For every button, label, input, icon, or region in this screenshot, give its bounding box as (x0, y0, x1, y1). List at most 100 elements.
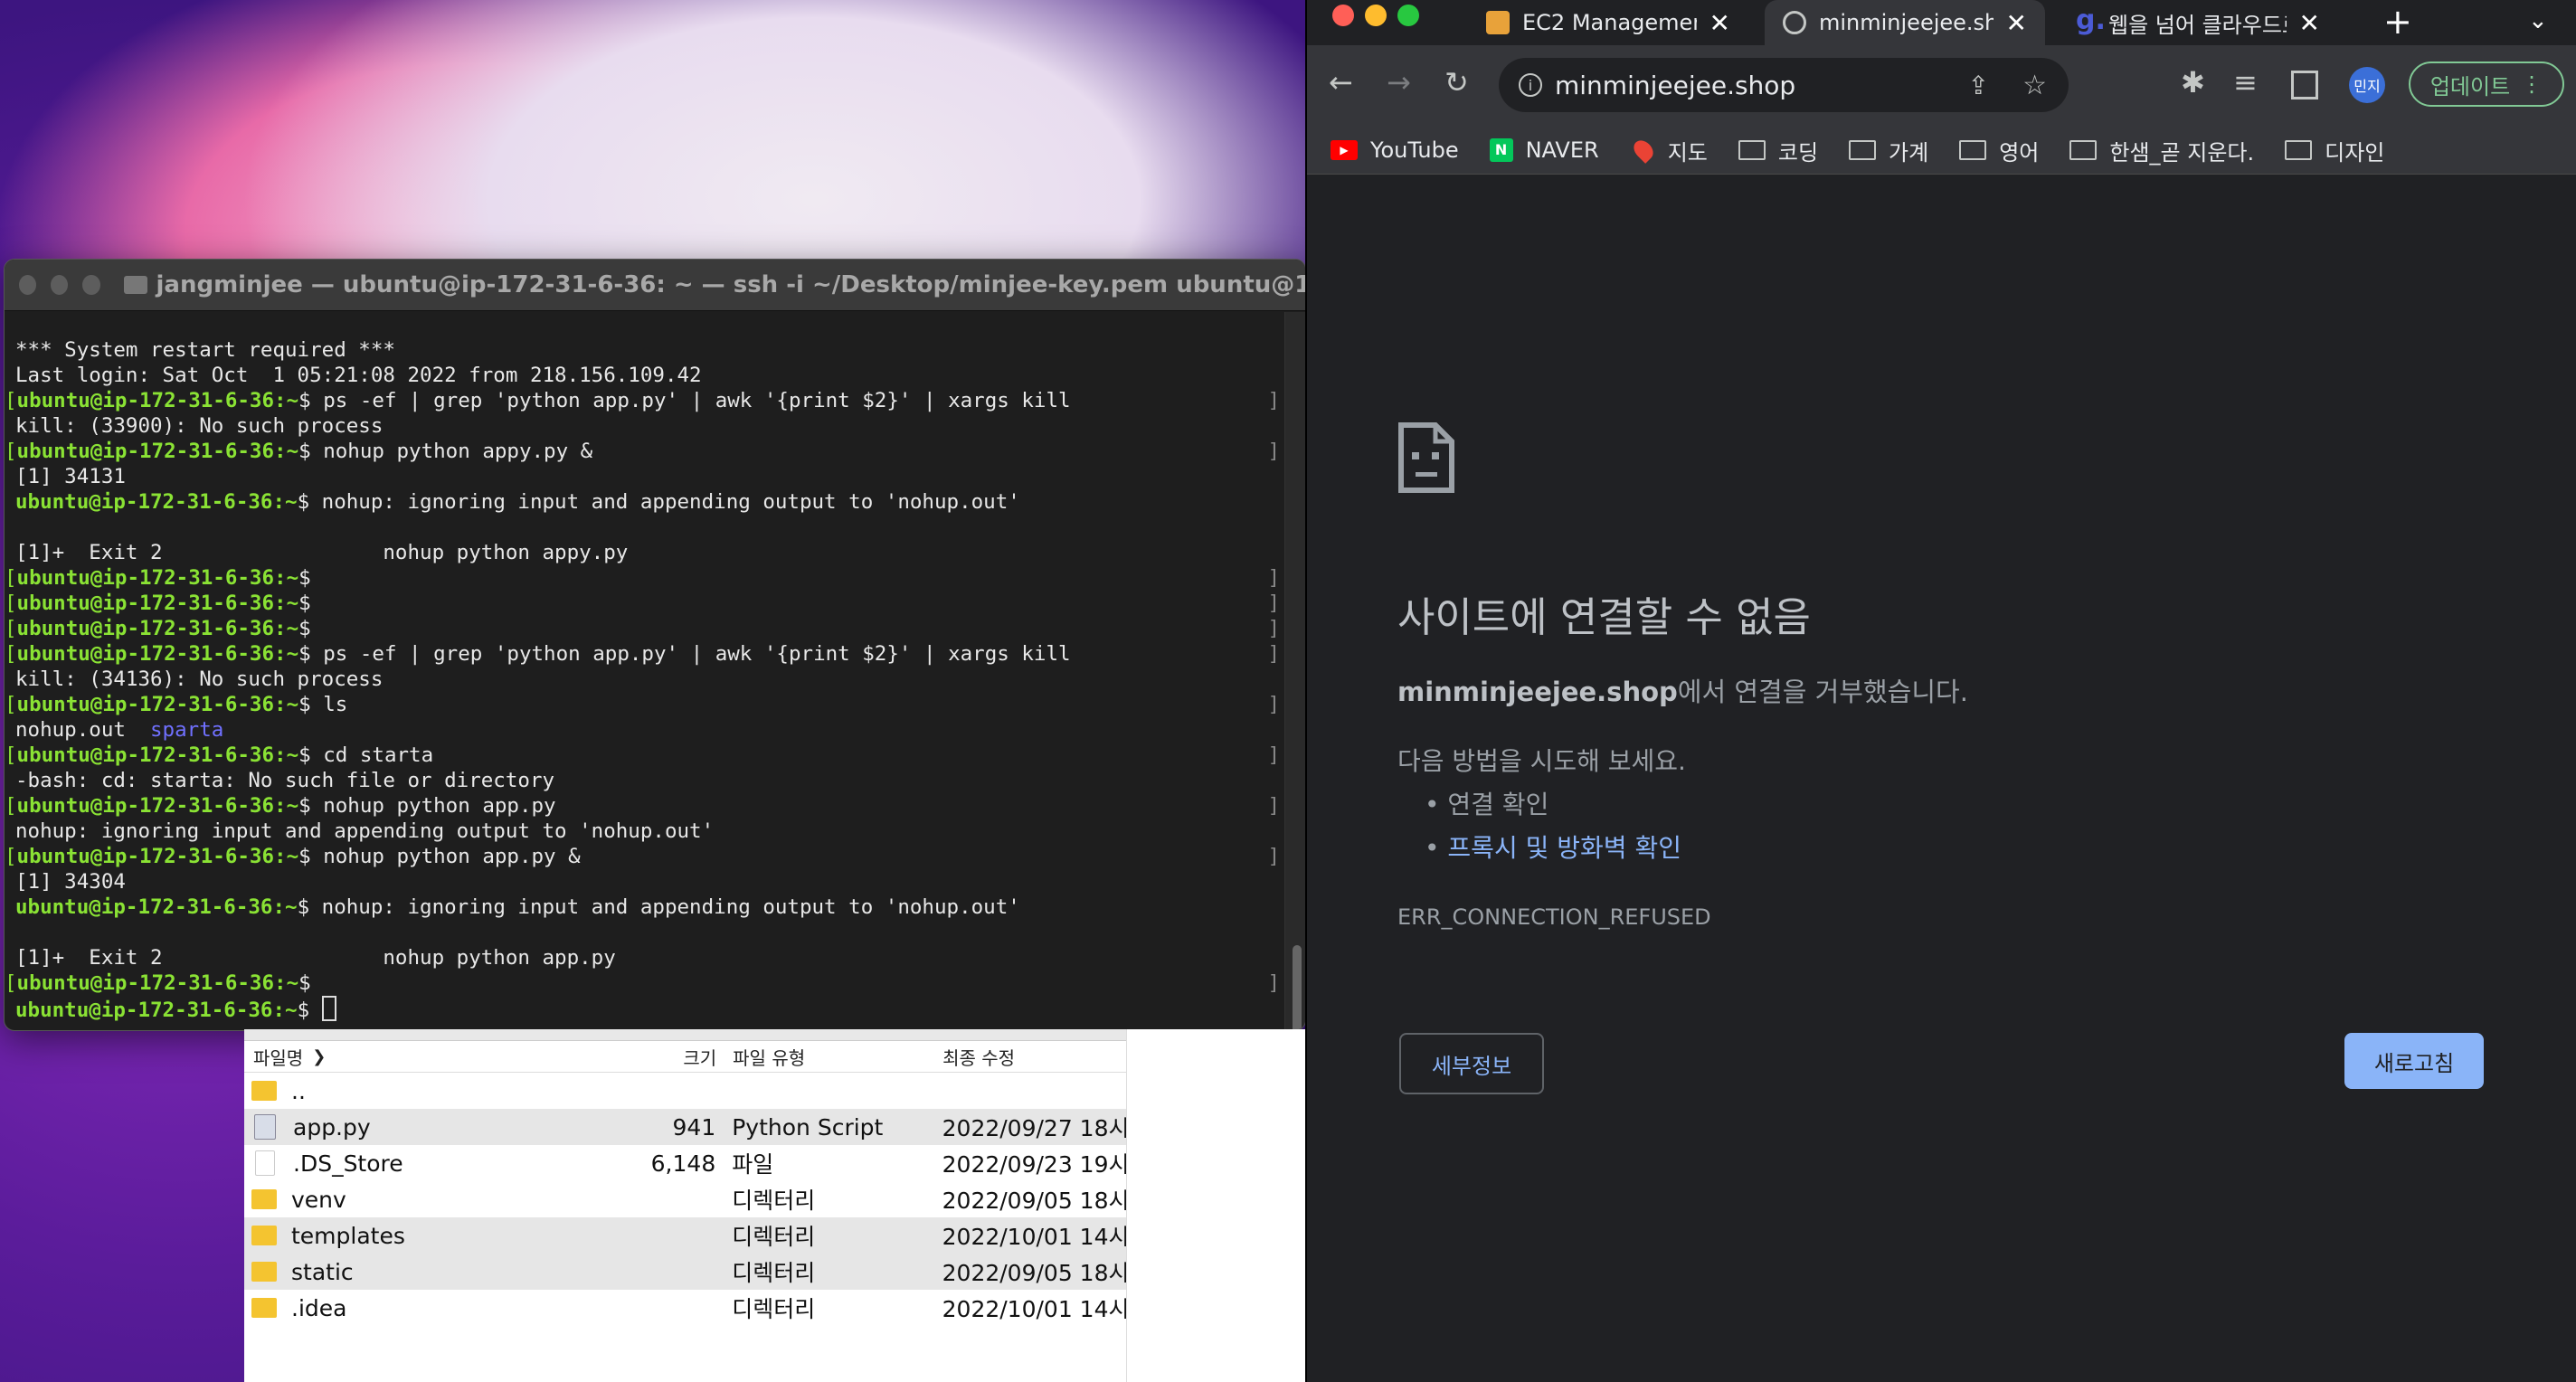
file-type: 디렉터리 (732, 1260, 816, 1286)
bookmark-1[interactable]: ▶ YouTube (1331, 137, 1459, 163)
file-browser[interactable]: 파일명 ❯ 크기 파일 유형 최종 수정 .. app.py 941 Python Sc… (244, 1029, 1126, 1382)
file-type: 디렉터리 (732, 1188, 816, 1214)
folder-icon (1849, 140, 1877, 160)
zoom-button[interactable] (1397, 5, 1419, 26)
terminal-titlebar[interactable]: jangminjee — ubuntu@ip-172-31-6-36: ~ — … (5, 260, 1305, 311)
back-button[interactable]: ← (1329, 65, 1353, 99)
folder-icon (251, 1189, 277, 1209)
avatar[interactable]: 민지 (2349, 67, 2385, 103)
terminal-line: [ubuntu@ip-172-31-6-36:~$ nohup python a… (5, 845, 1280, 868)
file-row[interactable]: .idea 디렉터리 2022/10/01 14시 ... (244, 1290, 1126, 1326)
address-bar[interactable]: i minminjeejee.shop ⇪ ☆ (1499, 58, 2069, 112)
file-row[interactable]: venv 디렉터리 2022/09/05 18시... (244, 1181, 1126, 1217)
terminal-line: kill: (33900): No such process (15, 414, 384, 438)
close-icon[interactable]: ✕ (1709, 8, 1730, 38)
scrollbar-thumb[interactable] (1293, 945, 1302, 1030)
file-row[interactable]: app.py 941 Python Script 2022/09/27 18시... (244, 1109, 1126, 1145)
reload-icon[interactable]: ↻ (1444, 65, 1469, 99)
folder-icon (1738, 140, 1766, 160)
bookmark-4[interactable]: 코딩 (1738, 135, 1818, 166)
file-name: .DS_Store (293, 1150, 403, 1177)
new-tab-button[interactable]: + (2383, 2, 2412, 42)
terminal-output[interactable]: *** System restart required *** Last logi… (5, 312, 1285, 1030)
reload-button[interactable]: 새로고침 (2344, 1033, 2484, 1089)
folder-icon (251, 1081, 277, 1101)
sidepanel-icon[interactable] (2291, 71, 2318, 99)
file-size: 941 (672, 1113, 716, 1141)
bookmark-6[interactable]: 영어 (1959, 135, 2039, 166)
terminal-line: [ubuntu@ip-172-31-6-36:~$ nohup python a… (5, 440, 1280, 463)
zoom-button[interactable] (82, 275, 100, 295)
bookmarks-bar: ▶ YouTube N NAVER 지도 코딩 가계 영어 한샘_곧 지운다. 디자인 (1307, 127, 2576, 175)
file-row[interactable]: templates 디렉터리 2022/10/01 14시 ... (244, 1217, 1126, 1254)
bookmark-7[interactable]: 한샘_곧 지운다. (2069, 135, 2254, 166)
minimize-button[interactable] (1365, 5, 1387, 26)
file-browser-top-strip (244, 1029, 1126, 1041)
terminal-line: [ubuntu@ip-172-31-6-36:~$ ps -ef | grep … (5, 389, 1280, 412)
info-icon[interactable]: i (1519, 73, 1542, 97)
bookmark-label: 디자인 (2325, 139, 2385, 166)
forward-button[interactable]: → (1387, 65, 1411, 99)
url-text[interactable]: minminjeejee.shop (1555, 71, 1795, 100)
minimize-button[interactable] (51, 275, 69, 295)
terminal-line: ubuntu@ip-172-31-6-36:~$ nohup: ignoring… (15, 895, 1020, 919)
file-name: app.py (293, 1113, 371, 1141)
chevron-down-icon[interactable]: ❯ (312, 1047, 326, 1066)
file-name: .idea (291, 1294, 347, 1321)
terminal-line: nohup: ignoring input and appending outp… (15, 819, 715, 843)
bookmark-2[interactable]: N NAVER (1489, 137, 1599, 163)
column-size-header[interactable]: 크기 (594, 1044, 733, 1070)
column-name-header[interactable]: 파일명 ❯ (253, 1044, 594, 1070)
bookmark-8[interactable]: 디자인 (2285, 135, 2384, 166)
terminal-window[interactable]: jangminjee — ubuntu@ip-172-31-6-36: ~ — … (4, 259, 1306, 1031)
bookmark-label: 한샘_곧 지운다. (2109, 139, 2255, 166)
terminal-scrollbar[interactable] (1284, 312, 1305, 1030)
file-row[interactable]: static 디렉터리 2022/09/05 18시... (244, 1254, 1126, 1290)
file-modified: 2022/09/05 18시... (942, 1188, 1126, 1214)
folder-icon (251, 1262, 277, 1282)
close-icon[interactable]: ✕ (2006, 8, 2027, 38)
file-type: 디렉터리 (732, 1296, 816, 1322)
close-button[interactable] (19, 275, 37, 295)
browser-window[interactable]: EC2 Management ✕ minminjeejee.shop ✕ g. … (1305, 0, 2576, 1382)
file-row[interactable]: .DS_Store 6,148 파일 2022/09/23 19시... (244, 1145, 1126, 1181)
browser-toolbar: ← → ↻ i minminjeejee.shop ⇪ ☆ ✱ ≡ 민지 업데이… (1307, 45, 2576, 127)
update-button[interactable]: 업데이트 ⋮ (2409, 62, 2564, 107)
error-message: minminjeejee.shop에서 연결을 거부했습니다. (1397, 677, 1968, 707)
column-modified-header[interactable]: 최종 수정 (942, 1044, 1126, 1070)
terminal-line: [ubuntu@ip-172-31-6-36:~$ ps -ef | grep … (5, 642, 1280, 666)
naver-icon: N (1489, 138, 1513, 162)
g-icon: g. (2076, 5, 2106, 36)
bookmark-5[interactable]: 가계 (1849, 135, 1928, 166)
tab-ec2[interactable]: EC2 Management ✕ (1468, 0, 1748, 45)
share-icon[interactable]: ⇪ (1968, 71, 1989, 100)
terminal-line: [ubuntu@ip-172-31-6-36:~$ ls] (5, 693, 1280, 716)
file-modified: 2022/10/01 14시 ... (942, 1224, 1126, 1250)
chevron-down-icon[interactable]: ⌄ (2528, 7, 2548, 34)
file-row[interactable]: .. (244, 1073, 1126, 1109)
details-button[interactable]: 세부정보 (1399, 1033, 1544, 1094)
bookmark-label: NAVER (1525, 137, 1599, 163)
media-icon[interactable]: ≡ (2233, 65, 2258, 99)
column-type-header[interactable]: 파일 유형 (733, 1044, 942, 1070)
file-list-header: 파일명 ❯ 크기 파일 유형 최종 수정 (244, 1041, 1126, 1073)
extensions-icon[interactable]: ✱ (2181, 65, 2205, 99)
globe-icon (1783, 11, 1806, 34)
close-icon[interactable]: ✕ (2299, 8, 2320, 38)
star-icon[interactable]: ☆ (2022, 70, 2047, 101)
tab-minminjeejee[interactable]: minminjeejee.shop ✕ (1765, 0, 2045, 45)
file-type: Python Script (732, 1113, 884, 1141)
suggestion-check-connection: • 연결 확인 (1425, 790, 1549, 819)
tab-bar: EC2 Management ✕ minminjeejee.shop ✕ g. … (1307, 0, 2576, 45)
suggestion-proxy-firewall-link[interactable]: • 프록시 및 방화벽 확인 (1425, 828, 1681, 865)
terminal-line: [ubuntu@ip-172-31-6-36:~$] (5, 971, 1280, 995)
close-button[interactable] (1332, 5, 1354, 26)
terminal-title: jangminjee — ubuntu@ip-172-31-6-36: ~ — … (123, 271, 1305, 298)
file-size: 6,148 (650, 1150, 716, 1177)
bookmark-3[interactable]: 지도 (1629, 135, 1708, 166)
error-suggestions-label: 다음 방법을 시도해 보세요. (1397, 746, 1686, 776)
file-modified: 2022/09/23 19시... (942, 1151, 1126, 1178)
tab-cloud[interactable]: g. 웹을 넘어 클라우드로 ✕ (2058, 0, 2338, 45)
folder-icon (1959, 140, 1987, 160)
